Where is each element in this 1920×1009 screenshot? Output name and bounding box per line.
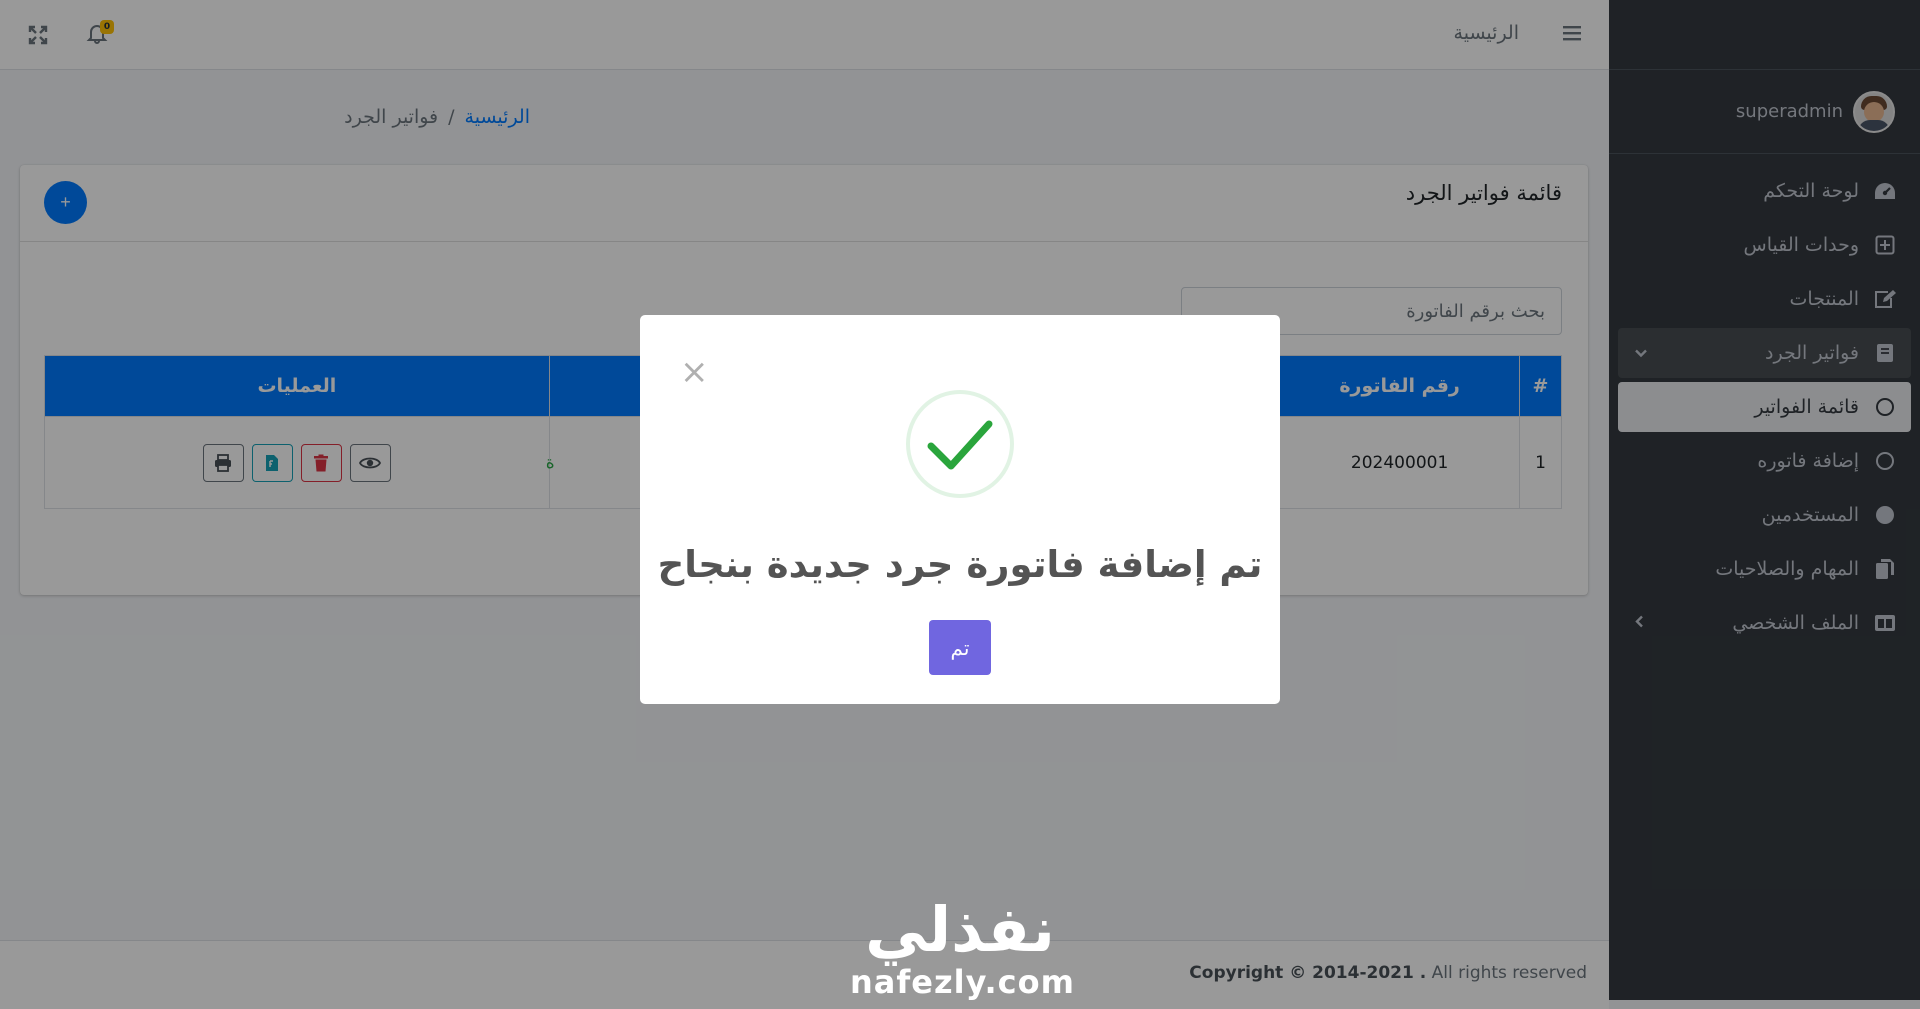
confirm-button[interactable]: تم (929, 620, 991, 675)
success-dialog: × تم إضافة فاتورة جرد جديدة بنجاح تم (640, 315, 1280, 704)
watermark-logo: نفذلي nafezly.com (850, 893, 1075, 1005)
success-check-icon (905, 389, 1015, 499)
watermark-arabic: نفذلي (865, 893, 1055, 966)
watermark-latin: nafezly.com (850, 963, 1075, 1001)
dialog-title: تم إضافة فاتورة جرد جديدة بنجاح (657, 543, 1263, 586)
close-icon[interactable]: × (680, 355, 709, 389)
